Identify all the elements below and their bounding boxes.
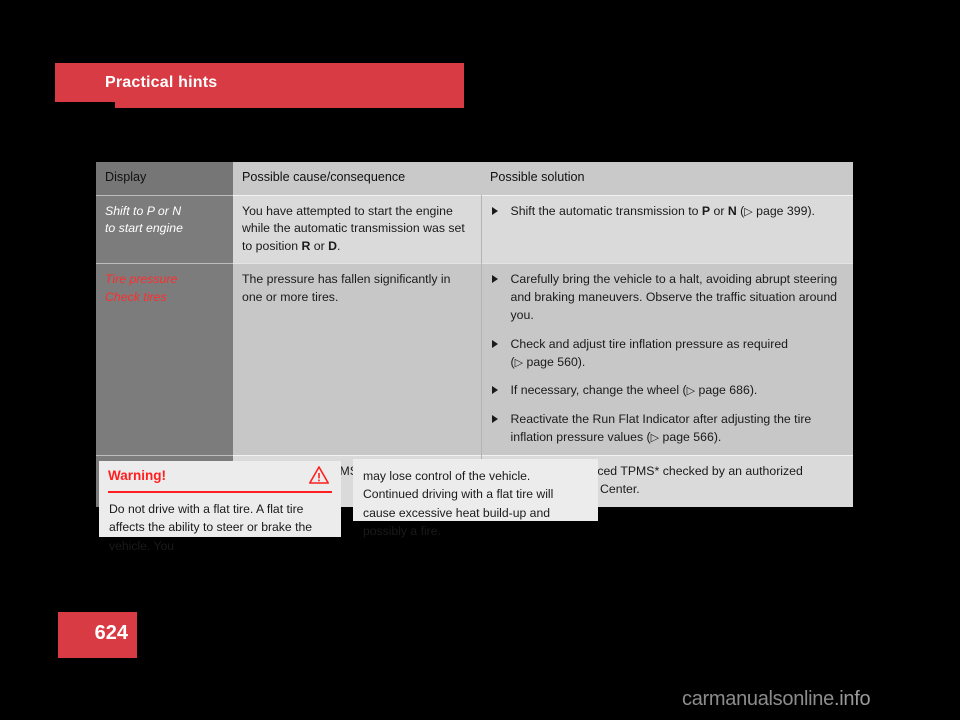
solution-list: Shift the automatic transmission to P or… xyxy=(491,203,845,221)
page-title: Practical hints xyxy=(105,74,218,91)
warning-text-part-1: Do not drive with a flat tire. A flat ti… xyxy=(109,502,313,553)
page-header-banner: Practical hints xyxy=(55,63,464,108)
display-message-cell: Tire pressure Check tires xyxy=(96,263,233,456)
solution-item: Check and adjust tire inflation pressure… xyxy=(491,336,845,372)
display-message-cell: Shift to P or N to start engine xyxy=(96,194,233,264)
solution-item: Carefully bring the vehicle to a halt, a… xyxy=(491,271,845,324)
page-number: 624 xyxy=(94,622,128,644)
warning-header: Warning! xyxy=(108,461,332,493)
table-header-row: Display Possible cause/consequence Possi… xyxy=(96,162,853,196)
display-message-line: Shift to P or N xyxy=(105,203,182,218)
bullet-triangle-icon xyxy=(491,339,498,348)
bullet-triangle-icon xyxy=(491,275,498,284)
solution-item: Shift the automatic transmission to P or… xyxy=(491,203,845,221)
cause-cell: The pressure has fallen significantly in… xyxy=(233,263,482,456)
solution-item: Reactivate the Run Flat Indicator after … xyxy=(491,411,845,447)
column-header-display: Display xyxy=(96,162,233,196)
solution-item: If necessary, change the wheel (▷ page 6… xyxy=(491,382,845,400)
display-message-line: Check tires xyxy=(105,289,167,304)
warning-continuation-box: may lose control of the vehicle. Continu… xyxy=(353,459,598,538)
solution-list: Carefully bring the vehicle to a halt, a… xyxy=(491,271,845,447)
display-message-line: Tire pressure xyxy=(105,272,178,287)
page-number-badge: 624 xyxy=(58,612,137,658)
watermark-tld: .info xyxy=(833,688,871,710)
watermark-name: carmanualsonline xyxy=(682,688,834,710)
column-header-cause: Possible cause/consequence xyxy=(233,162,481,196)
warning-text-part-2: may lose control of the vehicle. Continu… xyxy=(363,469,554,538)
bullet-triangle-icon xyxy=(491,206,498,215)
site-watermark: carmanualsonline.info xyxy=(682,688,871,711)
cause-cell: You have attempted to start the engine w… xyxy=(233,194,482,264)
warning-title: Warning! xyxy=(108,468,166,483)
column-header-solution: Possible solution xyxy=(481,162,853,196)
display-message-line: to start engine xyxy=(105,221,183,236)
warning-box: Warning! Do not drive with a flat tire. … xyxy=(99,461,341,553)
practical-hints-table: Display Possible cause/consequence Possi… xyxy=(96,162,853,507)
table-row: Shift to P or N to start engine You have a… xyxy=(96,194,853,264)
solution-cell: Carefully bring the vehicle to a halt, a… xyxy=(481,263,853,456)
solution-cell: Shift the automatic transmission to P or… xyxy=(481,194,853,264)
warning-triangle-icon xyxy=(308,465,330,490)
bullet-triangle-icon xyxy=(491,415,498,424)
banner-notch xyxy=(55,102,115,108)
bullet-triangle-icon xyxy=(491,386,498,395)
table-row: Tire pressure Check tires The pressure has… xyxy=(96,263,853,456)
